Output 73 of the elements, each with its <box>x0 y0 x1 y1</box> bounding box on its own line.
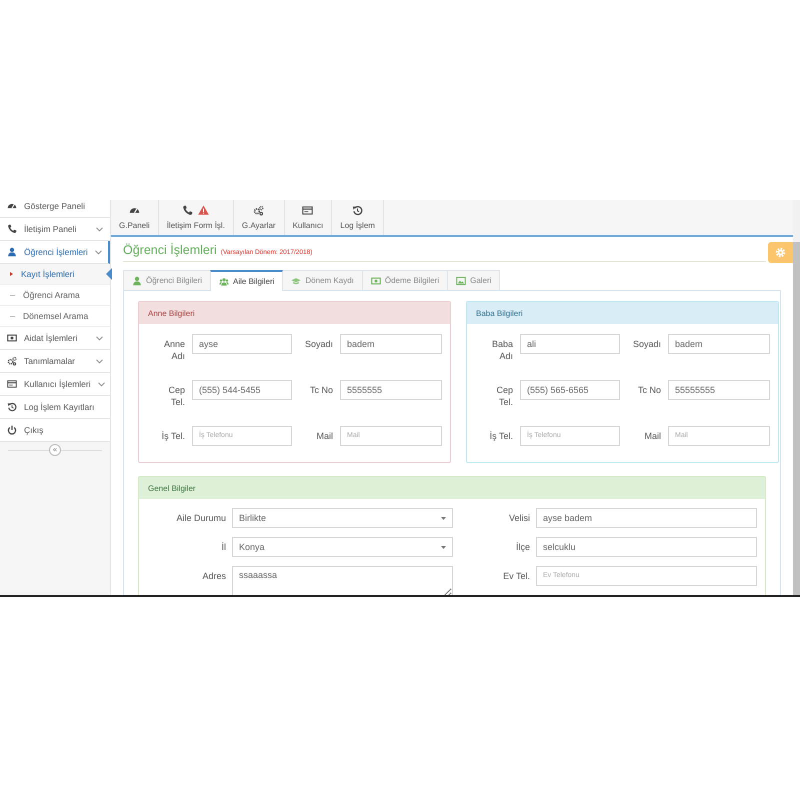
banknote-icon <box>7 333 17 343</box>
field-label: Mail <box>644 430 661 442</box>
field-label: İş Tel. <box>162 430 185 442</box>
panel-title: Genel Bilgiler <box>139 477 765 499</box>
page-title: Öğrenci İşlemleri <box>123 243 217 257</box>
field-label: Mail <box>316 430 333 442</box>
field-label: Cep Tel. <box>167 384 185 408</box>
panel-title: Anne Bilgileri <box>139 302 450 324</box>
caret-icon <box>441 516 446 520</box>
text-field[interactable]: badem <box>340 334 442 354</box>
field-label: İlçe <box>516 541 530 552</box>
sidebar-item[interactable]: Tanımlamalar <box>0 350 110 373</box>
gauge-icon <box>7 201 17 211</box>
text-field[interactable]: ali <box>520 334 620 354</box>
caret-icon <box>441 546 446 548</box>
text-field[interactable]: selcuklu <box>536 537 757 557</box>
tab[interactable]: Ödeme Bilgileri <box>362 270 448 290</box>
power-icon <box>7 425 17 435</box>
gauge-icon <box>128 205 140 216</box>
history-icon <box>352 205 364 216</box>
tab[interactable]: Galeri <box>447 270 500 290</box>
gears-icon <box>253 205 264 216</box>
text-field[interactable]: ayse <box>192 334 292 354</box>
sidebar-item[interactable]: İletişim Paneli <box>0 218 110 241</box>
text-field[interactable]: 5555555 <box>340 380 442 400</box>
select-field[interactable]: Birlikte <box>232 508 453 528</box>
settings-button[interactable] <box>768 242 793 263</box>
card-icon <box>302 205 314 216</box>
field-label: Adres <box>202 570 226 581</box>
text-field[interactable]: 55555555 <box>668 380 770 400</box>
select-field[interactable]: Konya <box>232 537 453 557</box>
tab[interactable]: Öğrenci Bilgileri <box>123 270 212 290</box>
field-label: Soyadı <box>632 338 661 350</box>
sidebar-item[interactable]: Kullanıcı İşlemleri <box>0 373 110 396</box>
field-label: İl <box>222 541 226 552</box>
text-field[interactable]: badem <box>668 334 770 354</box>
field-label: Anne Adı <box>162 338 185 362</box>
field-label: Velisi <box>508 512 530 523</box>
sidebar-item[interactable]: Öğrenci İşlemleri <box>0 241 110 264</box>
text-field[interactable]: ayse badem <box>536 508 757 528</box>
sidebar-item[interactable]: Aidat İşlemleri <box>0 327 110 350</box>
field-label: Tc No <box>310 384 333 396</box>
field-label: Baba Adı <box>490 338 513 362</box>
phone-icon <box>7 224 17 234</box>
history-icon <box>7 402 17 412</box>
sidebar-item[interactable]: Gösterge Paneli <box>0 200 110 218</box>
tab[interactable]: Dönem Kaydı <box>282 270 363 290</box>
user-icon <box>132 276 142 286</box>
banknote-icon <box>370 276 381 286</box>
graduation-cap-icon <box>291 276 302 286</box>
card-icon <box>7 379 17 389</box>
field-label: Tc No <box>638 384 661 396</box>
sidebar-item[interactable]: Log İşlem Kayıtları <box>0 396 110 419</box>
text-area[interactable]: ssaaassa <box>232 566 453 595</box>
phone-icon <box>182 205 194 216</box>
submenu-item[interactable]: Öğrenci Arama <box>0 285 110 306</box>
sidebar-item[interactable]: Çıkış <box>0 419 110 442</box>
panel-title: Baba Bilgileri <box>467 302 778 324</box>
text-field[interactable]: (555) 544-5455 <box>192 380 292 400</box>
picture-icon <box>456 276 466 286</box>
field-label: Cep Tel. <box>495 384 513 408</box>
field-label: İş Tel. <box>490 430 513 442</box>
field-label: Aile Durumu <box>176 512 226 523</box>
users-icon <box>219 276 230 286</box>
text-field[interactable]: (555) 565-6565 <box>520 380 620 400</box>
collapse-button[interactable]: « <box>49 444 61 456</box>
user-icon <box>7 247 17 257</box>
field-label: Soyadı <box>304 338 333 350</box>
submenu-item[interactable]: Dönemsel Arama <box>0 306 110 327</box>
gears-icon <box>7 356 17 366</box>
tab[interactable]: Aile Bilgileri <box>210 270 284 291</box>
gear-icon <box>775 247 786 258</box>
field-label: Ev Tel. <box>503 570 530 581</box>
